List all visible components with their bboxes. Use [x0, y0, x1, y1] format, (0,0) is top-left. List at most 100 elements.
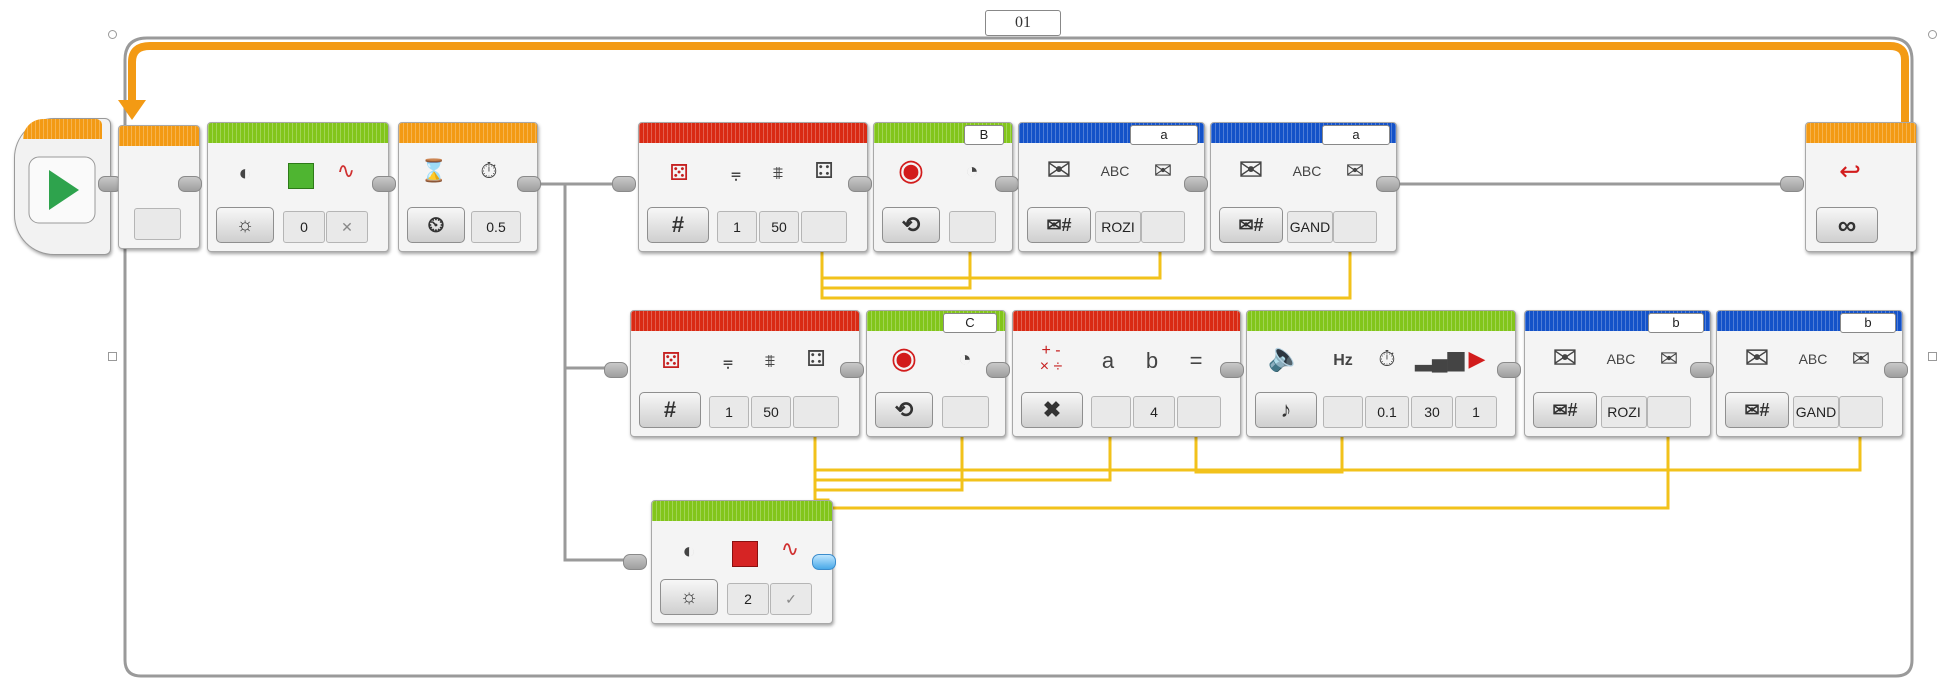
- loop-end-bar: [1806, 123, 1916, 143]
- loop-return-icon: ↩: [1839, 156, 1861, 186]
- brick-light-2-mode-button[interactable]: ☼: [660, 579, 718, 615]
- random2-output: [793, 396, 839, 428]
- sound-block[interactable]: 🔈 Hz ⏱ ▂▄▆ ▶ ♪ 0.1 30 1: [1246, 310, 1516, 437]
- loop-name-tab[interactable]: 01: [985, 10, 1061, 36]
- motor-c-port[interactable]: C: [943, 313, 997, 333]
- frequency-field[interactable]: [1323, 396, 1363, 428]
- motor-b-block[interactable]: B ◉ ◔ ⟲: [873, 122, 1013, 252]
- loop-start-bar: [119, 126, 199, 146]
- color-field[interactable]: 0: [283, 211, 325, 243]
- volume-icon: ▂▄▆: [1415, 346, 1465, 371]
- send3-text-field[interactable]: ROZI: [1601, 396, 1647, 428]
- loop-mode-button[interactable]: ∞: [1816, 207, 1878, 243]
- dice-icon: ⚄: [661, 348, 681, 373]
- speaker-icon: 🔈: [1267, 341, 1303, 372]
- random2-in-connector: [604, 362, 628, 378]
- input-a-label: a: [1101, 348, 1115, 373]
- motor-b-power-field[interactable]: [949, 211, 996, 243]
- resize-handle-tr[interactable]: [1928, 30, 1937, 39]
- motor-b-port[interactable]: B: [964, 125, 1004, 145]
- lower-bound-icon: ⩦: [722, 351, 734, 371]
- envelope-open-icon: ✉: [1238, 154, 1264, 187]
- resize-handle-ml[interactable]: [108, 352, 117, 361]
- text-abc-icon: ABC: [1292, 163, 1322, 179]
- random2-lower-field[interactable]: 1: [709, 396, 749, 428]
- random1-mode-button[interactable]: #: [647, 207, 709, 243]
- random-block-1[interactable]: ⚄ ⩦ ⩨ ⚃ # 1 50: [638, 122, 868, 252]
- send-message-block-1[interactable]: a ✉ ABC ✉ ✉# ROZI: [1018, 122, 1205, 252]
- brick-light-mode-button[interactable]: ☼: [216, 207, 274, 243]
- sound-mode-button[interactable]: ♪: [1255, 392, 1317, 428]
- medium-motor-icon: ◉: [897, 154, 925, 187]
- mailbox-a-label-1[interactable]: a: [1130, 125, 1198, 145]
- resize-handle-mr[interactable]: [1928, 352, 1937, 361]
- mailbox-b-label-1[interactable]: b: [1648, 313, 1704, 333]
- brick-light-block[interactable]: ◐ ∿ ☼ 0 ✕: [207, 122, 389, 252]
- send1-mode-button[interactable]: ✉#: [1027, 207, 1091, 243]
- math-b-field[interactable]: 4: [1133, 396, 1175, 428]
- speed-gauge-icon: ◔: [958, 346, 972, 371]
- send4-text-field[interactable]: GAND: [1793, 396, 1839, 428]
- frequency-label: Hz: [1333, 352, 1353, 369]
- send4-mode-button[interactable]: ✉#: [1725, 392, 1789, 428]
- loop-start-socket: [134, 208, 181, 240]
- text-abc-icon: ABC: [1100, 163, 1130, 179]
- send2-text-field[interactable]: GAND: [1287, 211, 1333, 243]
- mailbox-a-label-2[interactable]: a: [1322, 125, 1390, 145]
- send2-message-field: [1333, 211, 1377, 243]
- send-message-block-2[interactable]: a ✉ ABC ✉ ✉# GAND: [1210, 122, 1397, 252]
- send1-text-field[interactable]: ROZI: [1095, 211, 1141, 243]
- mailbox-b-label-2[interactable]: b: [1840, 313, 1896, 333]
- random2-mode-button[interactable]: #: [639, 392, 701, 428]
- send3-connector: [1690, 362, 1714, 378]
- color-field-2[interactable]: 2: [727, 583, 769, 615]
- text-abc-icon: ABC: [1798, 351, 1828, 367]
- speed-gauge-icon: ◔: [965, 158, 979, 183]
- brick-light-2-in-connector: [623, 554, 647, 570]
- medium-motor-icon: ◉: [890, 342, 918, 375]
- random-block-2[interactable]: ⚄ ⩦ ⩨ ⚃ # 1 50: [630, 310, 860, 437]
- play-icon[interactable]: [27, 155, 97, 225]
- brick-light-block-2[interactable]: ◐ ∿ ☼ 2 ✓: [651, 500, 833, 624]
- play-type-icon: ▶: [1468, 346, 1486, 371]
- brick-light-icon: ◐: [238, 160, 252, 185]
- math-block[interactable]: + - × ÷ a b = ✖ 4: [1012, 310, 1241, 437]
- brick-light-2-out-connector: [812, 554, 836, 570]
- send4-connector: [1884, 362, 1908, 378]
- motor-c-power-field[interactable]: [942, 396, 989, 428]
- motor-c-connector: [986, 362, 1010, 378]
- volume-field[interactable]: 30: [1411, 396, 1453, 428]
- random1-upper-field[interactable]: 50: [759, 211, 799, 243]
- pulse-field[interactable]: ✕: [326, 211, 368, 243]
- start-block[interactable]: [14, 118, 111, 255]
- send-message-block-4[interactable]: b ✉ ABC ✉ ✉# GAND: [1716, 310, 1903, 437]
- green-color-icon: [288, 163, 314, 189]
- pulse-field-2[interactable]: ✓: [770, 583, 812, 615]
- send-message-block-3[interactable]: b ✉ ABC ✉ ✉# ROZI: [1524, 310, 1711, 437]
- lower-bound-icon: ⩦: [730, 163, 742, 183]
- random1-lower-field[interactable]: 1: [717, 211, 757, 243]
- loop-arrow-head: [118, 100, 146, 120]
- upper-bound-icon: ⩨: [764, 351, 776, 371]
- input-b-label: b: [1145, 348, 1159, 373]
- send4-message-field: [1839, 396, 1883, 428]
- send3-mode-button[interactable]: ✉#: [1533, 392, 1597, 428]
- motor-c-block[interactable]: C ◉ ◔ ⟲: [866, 310, 1006, 437]
- motor-c-mode-button[interactable]: ⟲: [875, 392, 933, 428]
- random2-upper-field[interactable]: 50: [751, 396, 791, 428]
- loop-end-in-connector: [1780, 176, 1804, 192]
- wait-mode-button[interactable]: ⏲: [407, 207, 465, 243]
- wait-seconds-field[interactable]: 0.5: [471, 211, 521, 243]
- duration-field[interactable]: 0.1: [1365, 396, 1409, 428]
- start-bar: [23, 119, 102, 139]
- motor-b-connector: [995, 176, 1019, 192]
- send2-connector: [1376, 176, 1400, 192]
- math-a-field[interactable]: [1091, 396, 1131, 428]
- math-mode-button[interactable]: ✖: [1021, 392, 1083, 428]
- resize-handle-tl[interactable]: [108, 30, 117, 39]
- motor-b-mode-button[interactable]: ⟲: [882, 207, 940, 243]
- play-type-field[interactable]: 1: [1455, 396, 1497, 428]
- send2-mode-button[interactable]: ✉#: [1219, 207, 1283, 243]
- math-operations-icon: + - × ÷: [1039, 342, 1063, 375]
- loop-end-block[interactable]: ↩ ∞: [1805, 122, 1917, 252]
